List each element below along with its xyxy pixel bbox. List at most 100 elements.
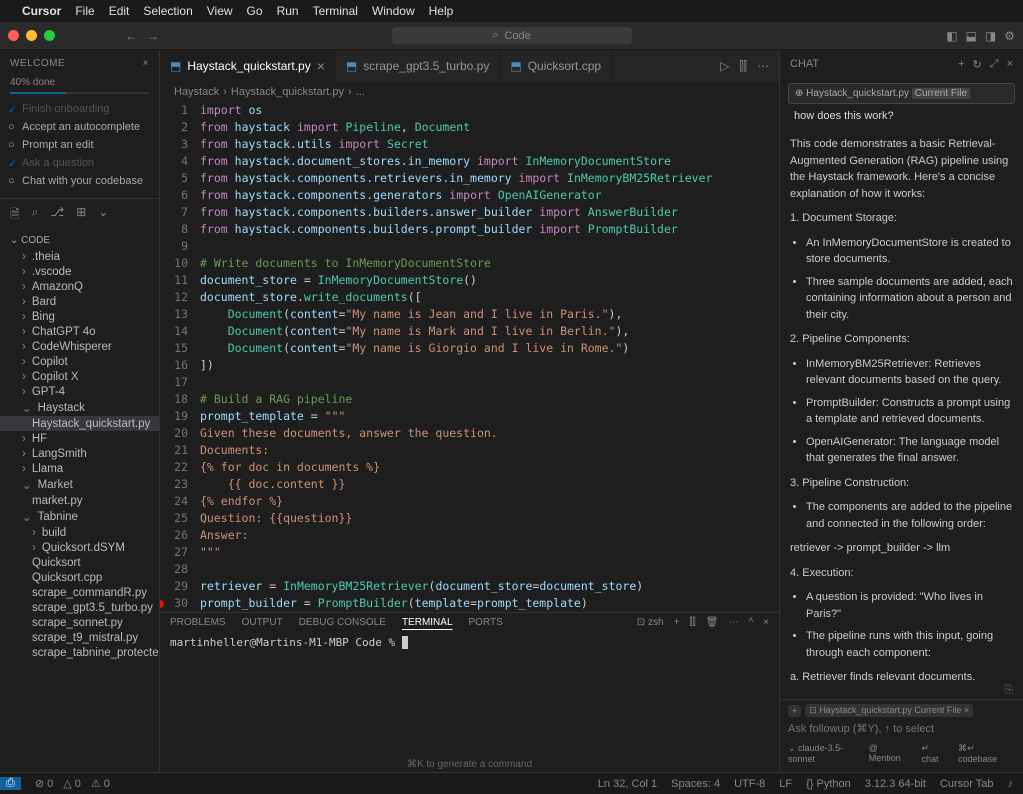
breadcrumb-segment[interactable]: Haystack_quickstart.py	[231, 86, 344, 98]
menu-run[interactable]: Run	[277, 4, 299, 18]
status-item[interactable]: Cursor Tab	[940, 778, 994, 790]
editor-tab[interactable]: ⬒scrape_gpt3.5_turbo.py	[336, 50, 500, 82]
code-line[interactable]	[200, 561, 779, 578]
terminal[interactable]: martinheller@Martins-M1-MBP Code % .	[160, 632, 779, 757]
line-number[interactable]: 26	[160, 527, 188, 544]
file-item[interactable]: scrape_gpt3.5_turbo.py	[0, 600, 159, 615]
extensions-icon[interactable]: ⊞	[76, 205, 86, 226]
codebase-button[interactable]: ⌘↵ codebase	[958, 743, 1015, 764]
status-item[interactable]: UTF-8	[734, 778, 765, 790]
breadcrumbs[interactable]: Haystack›Haystack_quickstart.py›...	[160, 82, 779, 102]
folder-item[interactable]: Bing	[0, 309, 159, 324]
line-number[interactable]: 24	[160, 493, 188, 510]
minimize-window-button[interactable]	[26, 30, 37, 41]
line-number[interactable]: 3	[160, 136, 188, 153]
editor-tab[interactable]: ⬒Haystack_quickstart.py×	[160, 50, 336, 82]
menu-view[interactable]: View	[207, 4, 233, 18]
mention-button[interactable]: @ Mention	[869, 743, 912, 764]
code-line[interactable]: document_store = InMemoryDocumentStore()	[200, 272, 779, 289]
code-line[interactable]: from haystack.components.retrievers.in_m…	[200, 170, 779, 187]
code-line[interactable]: from haystack.document_stores.in_memory …	[200, 153, 779, 170]
welcome-item[interactable]: Chat with your codebase	[0, 172, 159, 190]
chat-history-icon[interactable]: ↻	[973, 58, 982, 71]
breadcrumb-segment[interactable]: Haystack	[174, 86, 219, 98]
terminal-shell-select[interactable]: ⊡ zsh	[637, 617, 664, 628]
menu-terminal[interactable]: Terminal	[313, 4, 358, 18]
code-line[interactable]: Given these documents, answer the questi…	[200, 425, 779, 442]
copy-response-icon[interactable]: ⎘	[780, 682, 1023, 699]
menu-window[interactable]: Window	[372, 4, 415, 18]
kill-terminal-icon[interactable]: 🗑	[706, 617, 719, 628]
files-icon[interactable]: 🗎	[10, 205, 20, 226]
line-number[interactable]: 2	[160, 119, 188, 136]
line-number[interactable]: 1	[160, 102, 188, 119]
folder-item[interactable]: Bard	[0, 294, 159, 309]
status-item[interactable]: {} Python	[806, 778, 851, 790]
status-item[interactable]: LF	[779, 778, 792, 790]
more-icon[interactable]: ⌄	[98, 205, 108, 226]
status-item[interactable]: ⚠ 0	[91, 777, 110, 790]
line-number[interactable]: 22	[160, 459, 188, 476]
line-number[interactable]: 6	[160, 187, 188, 204]
folder-item[interactable]: Copilot X	[0, 369, 159, 384]
breadcrumb-segment[interactable]: ›	[348, 86, 352, 98]
close-tab-icon[interactable]: ×	[317, 58, 325, 74]
code-line[interactable]: retriever = InMemoryBM25Retriever(docume…	[200, 578, 779, 595]
layout-bottom-icon[interactable]: ⬓	[966, 29, 977, 43]
file-item[interactable]: scrape_t9_mistral.py	[0, 630, 159, 645]
code-line[interactable]	[200, 374, 779, 391]
search-sidebar-icon[interactable]: ⌕	[32, 205, 39, 226]
line-number[interactable]: 7	[160, 204, 188, 221]
source-control-icon[interactable]: ⎇	[50, 205, 64, 226]
line-number[interactable]: 17	[160, 374, 188, 391]
close-window-button[interactable]	[8, 30, 19, 41]
folder-item[interactable]: Haystack	[0, 399, 159, 416]
code-line[interactable]: from haystack.utils import Secret	[200, 136, 779, 153]
model-selector[interactable]: ⌄ claude-3.5-sonnet	[788, 743, 869, 764]
menu-selection[interactable]: Selection	[143, 4, 192, 18]
line-number[interactable]: 19	[160, 408, 188, 425]
code-line[interactable]: from haystack.components.builders.answer…	[200, 204, 779, 221]
menu-file[interactable]: File	[75, 4, 94, 18]
line-number[interactable]: 9	[160, 238, 188, 255]
code-line[interactable]: Document(content="My name is Jean and I …	[200, 306, 779, 323]
close-panel-icon[interactable]: ×	[763, 617, 769, 628]
file-item[interactable]: Quicksort	[0, 555, 159, 570]
folder-item[interactable]: ChatGPT 4o	[0, 324, 159, 339]
line-number[interactable]: 10	[160, 255, 188, 272]
explorer-section-label[interactable]: ⌄ CODE	[0, 232, 159, 249]
line-number[interactable]: 8	[160, 221, 188, 238]
folder-item[interactable]: Copilot	[0, 354, 159, 369]
line-number[interactable]: 23	[160, 476, 188, 493]
settings-gear-icon[interactable]: ⚙	[1004, 29, 1015, 43]
folder-item[interactable]: AmazonQ	[0, 279, 159, 294]
folder-item[interactable]: Market	[0, 476, 159, 493]
welcome-item[interactable]: Ask a question	[0, 154, 159, 172]
folder-item[interactable]: .vscode	[0, 264, 159, 279]
line-number[interactable]: 30	[160, 595, 188, 612]
code-line[interactable]: from haystack.components.builders.prompt…	[200, 221, 779, 238]
file-item[interactable]: Haystack_quickstart.py	[0, 416, 159, 431]
menu-go[interactable]: Go	[247, 4, 263, 18]
chat-submit-button[interactable]: ↵ chat	[922, 743, 949, 764]
code-line[interactable]: Document(content="My name is Giorgio and…	[200, 340, 779, 357]
code-line[interactable]	[200, 238, 779, 255]
code-line[interactable]: Answer:	[200, 527, 779, 544]
code-line[interactable]: Document(content="My name is Mark and I …	[200, 323, 779, 340]
file-item[interactable]: scrape_sonnet.py	[0, 615, 159, 630]
welcome-item[interactable]: Prompt an edit	[0, 136, 159, 154]
folder-item[interactable]: Tabnine	[0, 508, 159, 525]
code-line[interactable]: from haystack import Pipeline, Document	[200, 119, 779, 136]
new-chat-icon[interactable]: +	[958, 58, 964, 71]
new-terminal-icon[interactable]: +	[674, 617, 680, 628]
input-context-file[interactable]: ⊡ Haystack_quickstart.py Current File ×	[805, 704, 973, 717]
status-item[interactable]: Ln 32, Col 1	[598, 778, 657, 790]
line-number[interactable]: 11	[160, 272, 188, 289]
line-number[interactable]: 27	[160, 544, 188, 561]
file-item[interactable]: market.py	[0, 493, 159, 508]
folder-item[interactable]: Quicksort.dSYM	[0, 540, 159, 555]
line-number[interactable]: 18	[160, 391, 188, 408]
folder-item[interactable]: GPT-4	[0, 384, 159, 399]
code-line[interactable]: prompt_template = """	[200, 408, 779, 425]
panel-tab-terminal[interactable]: TERMINAL	[402, 617, 453, 628]
